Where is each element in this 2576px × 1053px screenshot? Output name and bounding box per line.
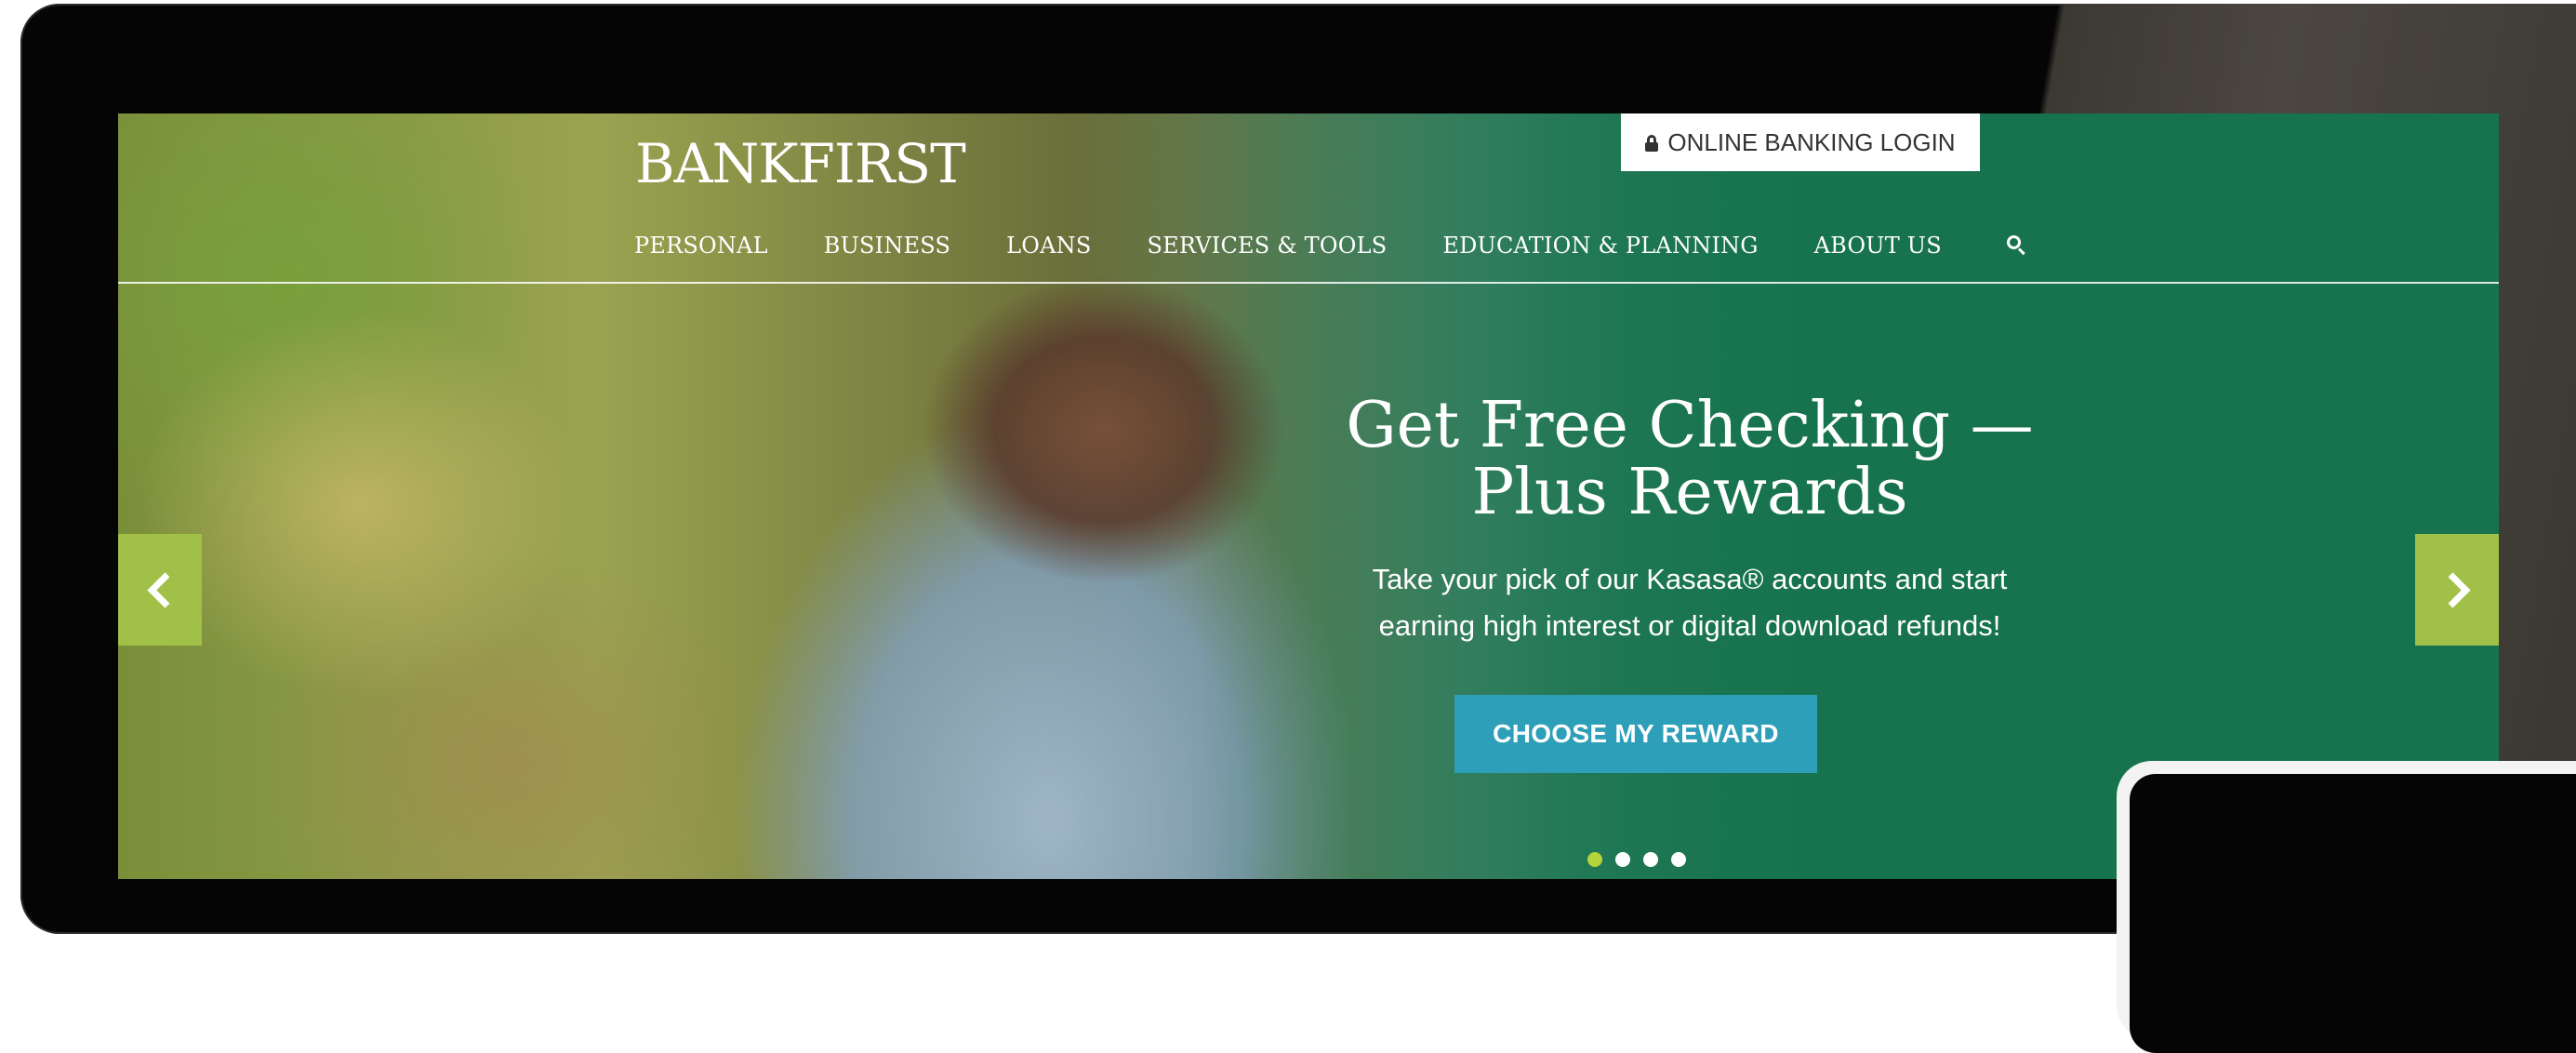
nav-loans[interactable]: LOANS [1006, 233, 1091, 259]
login-label: ONLINE BANKING LOGIN [1667, 127, 1956, 156]
main-nav: PERSONAL BUSINESS LOANS SERVICES & TOOLS… [634, 225, 2027, 266]
hero-title: Get Free Checking — Plus Rewards [1281, 393, 2099, 526]
hero-subtitle-line1: Take your pick of our Kasasa® accounts a… [1372, 563, 2008, 595]
nav-services-tools[interactable]: SERVICES & TOOLS [1148, 233, 1388, 259]
carousel-dot-4[interactable] [1671, 852, 1686, 867]
chevron-left-icon [146, 571, 183, 608]
tablet-screen [2130, 774, 2576, 1053]
carousel-next-button[interactable] [2415, 534, 2499, 646]
choose-my-reward-button[interactable]: CHOOSE MY REWARD [1454, 695, 1817, 773]
nav-education-planning[interactable]: EDUCATION & PLANNING [1442, 233, 1758, 259]
nav-about-us[interactable]: ABOUT US [1814, 233, 1942, 259]
chevron-right-icon [2434, 571, 2471, 608]
header-divider [118, 282, 2499, 284]
online-banking-login-button[interactable]: ONLINE BANKING LOGIN [1621, 113, 1980, 171]
hero-subtitle-line2: earning high interest or digital downloa… [1378, 609, 2001, 642]
hero-title-line1: Get Free Checking — [1346, 389, 2034, 462]
hero-subtitle: Take your pick of our Kasasa® accounts a… [1281, 556, 2099, 649]
nav-personal[interactable]: PERSONAL [634, 233, 768, 259]
bankfirst-logo[interactable]: BANKFIRST [635, 132, 966, 195]
search-icon[interactable] [2006, 235, 2027, 256]
carousel-prev-button[interactable] [118, 534, 202, 646]
nav-business[interactable]: BUSINESS [824, 233, 950, 259]
hero-title-line2: Plus Rewards [1471, 456, 1908, 529]
lock-icon [1645, 135, 1659, 152]
carousel-dot-1[interactable] [1587, 852, 1602, 867]
carousel-dots [1587, 852, 1686, 867]
carousel-dot-3[interactable] [1643, 852, 1658, 867]
carousel-dot-2[interactable] [1615, 852, 1630, 867]
hero-content: Get Free Checking — Plus Rewards Take yo… [1281, 393, 2099, 649]
